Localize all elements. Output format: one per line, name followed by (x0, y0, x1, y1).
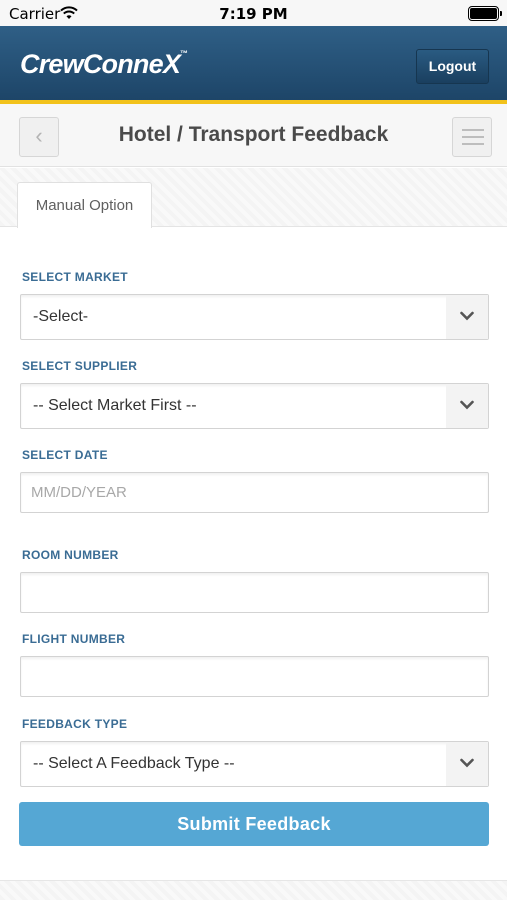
select-supplier-dropdown[interactable]: -- Select Market First -- (20, 383, 489, 429)
select-supplier-arrow (446, 384, 488, 428)
submit-feedback-button[interactable]: Submit Feedback (19, 802, 489, 846)
chevron-left-icon: ‹ (35, 123, 43, 148)
chevron-down-icon (460, 311, 474, 321)
select-market-label: SELECT MARKET (22, 270, 128, 284)
logout-button[interactable]: Logout (416, 49, 489, 84)
status-bar: Carrier 7:19 PM (0, 0, 507, 26)
menu-button[interactable] (452, 117, 492, 157)
select-supplier-value: -- Select Market First -- (33, 397, 197, 414)
chevron-down-icon (460, 400, 474, 410)
page-title: Hotel / Transport Feedback (118, 123, 389, 146)
feedback-type-label: FEEDBACK TYPE (22, 717, 128, 731)
feedback-type-value: -- Select A Feedback Type -- (33, 755, 235, 772)
select-market-arrow (446, 295, 488, 339)
select-date-input[interactable] (20, 472, 489, 513)
select-date-label: SELECT DATE (22, 448, 108, 462)
battery-icon (468, 6, 502, 21)
back-button[interactable]: ‹ (19, 117, 59, 157)
feedback-type-dropdown[interactable]: -- Select A Feedback Type -- (20, 741, 489, 787)
hamburger-menu-icon (462, 129, 484, 131)
footer-strip (0, 880, 507, 900)
status-time: 7:19 PM (219, 5, 288, 23)
chevron-down-icon (460, 758, 474, 768)
select-market-value: -Select- (33, 308, 89, 325)
select-market-dropdown[interactable]: -Select- (20, 294, 489, 340)
flight-number-label: FLIGHT NUMBER (22, 632, 126, 646)
select-supplier-label: SELECT SUPPLIER (22, 359, 138, 373)
feedback-type-arrow (446, 742, 488, 786)
crewconnex-logo: CrewConneX™ (20, 49, 188, 79)
room-number-input[interactable] (20, 572, 489, 613)
room-number-label: ROOM NUMBER (22, 548, 119, 562)
flight-number-input[interactable] (20, 656, 489, 697)
tab-manual-option[interactable]: Manual Option (17, 182, 152, 228)
